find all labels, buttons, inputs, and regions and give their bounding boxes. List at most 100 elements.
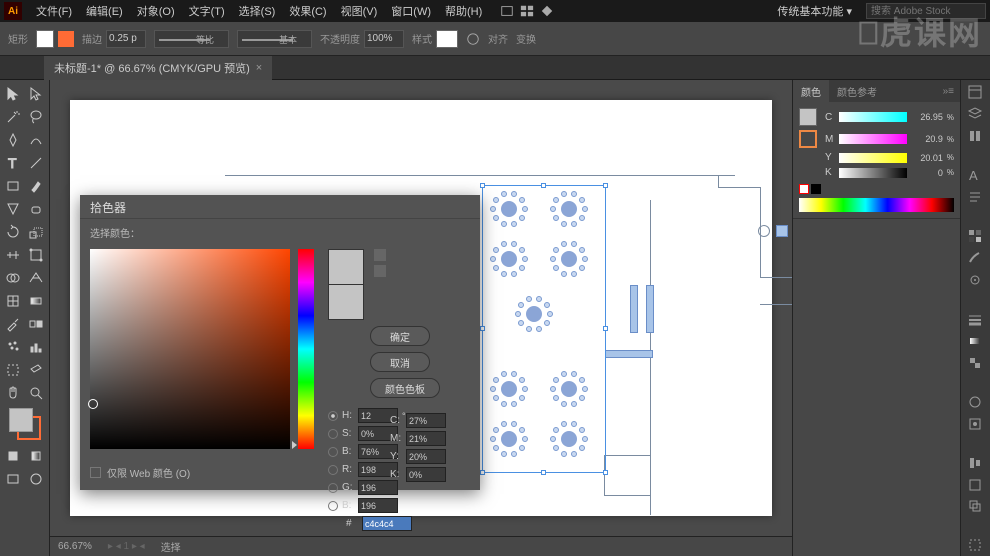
- panel-stroke-box[interactable]: [799, 130, 817, 148]
- layers-panel-icon[interactable]: [961, 104, 989, 125]
- menu-type[interactable]: 文字(T): [183, 1, 231, 21]
- graph-tool[interactable]: [25, 335, 48, 358]
- symbols-panel-icon[interactable]: [961, 270, 989, 291]
- color-tab[interactable]: 颜色: [793, 80, 829, 103]
- menu-object[interactable]: 对象(O): [131, 1, 181, 21]
- stock-search[interactable]: [866, 3, 986, 19]
- rotate-tool[interactable]: [2, 220, 25, 243]
- rectangle-tool[interactable]: [2, 174, 25, 197]
- menu-edit[interactable]: 编辑(E): [80, 1, 129, 21]
- para-panel-icon[interactable]: [961, 187, 989, 208]
- align-panel-icon[interactable]: [961, 452, 989, 473]
- fill-color-box[interactable]: [9, 408, 33, 432]
- slice-tool[interactable]: [25, 358, 48, 381]
- spectrum-bar[interactable]: [799, 198, 954, 212]
- libraries-panel-icon[interactable]: [961, 126, 989, 147]
- r-radio[interactable]: [328, 465, 338, 475]
- magic-wand-tool[interactable]: [2, 105, 25, 128]
- stroke-profile[interactable]: 等比: [154, 30, 229, 48]
- bridge-icon[interactable]: [500, 4, 514, 18]
- transform-label[interactable]: 变换: [516, 31, 536, 46]
- bl-radio[interactable]: [328, 501, 338, 511]
- stroke-swatch[interactable]: [58, 31, 74, 47]
- b-radio[interactable]: [328, 447, 338, 457]
- c-slider[interactable]: [839, 112, 907, 122]
- pathfinder-panel-icon[interactable]: [961, 496, 989, 517]
- k-slider[interactable]: [839, 168, 907, 178]
- width-tool[interactable]: [2, 243, 25, 266]
- cmyk-c-input[interactable]: [406, 413, 446, 428]
- gpu-icon[interactable]: [540, 4, 554, 18]
- scale-tool[interactable]: [25, 220, 48, 243]
- artboards-panel-icon[interactable]: [961, 535, 989, 556]
- ok-button[interactable]: 确定: [370, 326, 430, 346]
- bl-input[interactable]: [358, 498, 398, 513]
- doc-setup-icon[interactable]: [466, 32, 480, 46]
- c-value[interactable]: 26.95: [911, 112, 943, 122]
- char-panel-icon[interactable]: A: [961, 165, 989, 186]
- brushes-panel-icon[interactable]: [961, 248, 989, 269]
- eraser-tool[interactable]: [25, 197, 48, 220]
- eyedropper-tool[interactable]: [2, 312, 25, 335]
- black-swatch[interactable]: [811, 184, 821, 194]
- arrange-icon[interactable]: [520, 4, 534, 18]
- hand-tool[interactable]: [2, 381, 25, 404]
- cancel-button[interactable]: 取消: [370, 352, 430, 372]
- swatches-panel-icon[interactable]: [961, 226, 989, 247]
- shaper-tool[interactable]: [2, 197, 25, 220]
- lasso-tool[interactable]: [25, 105, 48, 128]
- brush-def[interactable]: 基本: [237, 30, 312, 48]
- gradient-mode-icon[interactable]: [25, 444, 48, 467]
- color-field-cursor[interactable]: [88, 399, 98, 409]
- stroke-weight[interactable]: [106, 30, 146, 48]
- line-tool[interactable]: [25, 151, 48, 174]
- menu-help[interactable]: 帮助(H): [439, 1, 488, 21]
- swatches-button[interactable]: 颜色色板: [370, 378, 440, 398]
- selection-tool[interactable]: [2, 82, 25, 105]
- cmyk-m-input[interactable]: [406, 431, 446, 446]
- hex-input[interactable]: [362, 516, 412, 531]
- appearance-panel-icon[interactable]: [961, 391, 989, 412]
- shape-builder-tool[interactable]: [2, 266, 25, 289]
- transparency-panel-icon[interactable]: [961, 352, 989, 373]
- y-value[interactable]: 20.01: [911, 153, 943, 163]
- workspace-select[interactable]: 传统基本功能 ▾: [771, 1, 858, 21]
- menu-file[interactable]: 文件(F): [30, 1, 78, 21]
- menu-window[interactable]: 窗口(W): [385, 1, 437, 21]
- none-swatch[interactable]: [799, 184, 809, 194]
- graphic-styles-panel-icon[interactable]: [961, 413, 989, 434]
- blend-tool[interactable]: [25, 312, 48, 335]
- y-slider[interactable]: [839, 153, 907, 163]
- h-radio[interactable]: [328, 411, 338, 421]
- m-value[interactable]: 20.9: [911, 134, 943, 144]
- perspective-tool[interactable]: [25, 266, 48, 289]
- brush-tool[interactable]: [25, 174, 48, 197]
- menu-view[interactable]: 视图(V): [335, 1, 384, 21]
- panel-menu-icon[interactable]: »≡: [943, 86, 960, 97]
- curvature-tool[interactable]: [25, 128, 48, 151]
- warn-icon-2[interactable]: [374, 265, 386, 277]
- menu-select[interactable]: 选择(S): [233, 1, 282, 21]
- free-transform-tool[interactable]: [25, 243, 48, 266]
- s-radio[interactable]: [328, 429, 338, 439]
- fill-stroke-indicator[interactable]: [9, 408, 41, 440]
- color-field[interactable]: [90, 249, 290, 449]
- artboard-tool[interactable]: [2, 358, 25, 381]
- properties-panel-icon[interactable]: [961, 82, 989, 103]
- style-swatch[interactable]: [436, 30, 458, 48]
- opacity-input[interactable]: [364, 30, 404, 48]
- warn-icon[interactable]: [374, 249, 386, 261]
- symbol-spray-tool[interactable]: [2, 335, 25, 358]
- tab-close-icon[interactable]: ×: [256, 62, 262, 74]
- k-value[interactable]: 0: [911, 168, 943, 178]
- hue-slider-arrow[interactable]: [292, 441, 297, 449]
- transform-panel-icon[interactable]: [961, 474, 989, 495]
- hue-slider[interactable]: [298, 249, 314, 449]
- color-mode-icon[interactable]: [2, 444, 25, 467]
- web-only-checkbox[interactable]: [90, 467, 101, 478]
- screen-mode-icon[interactable]: [2, 467, 25, 490]
- fill-swatch[interactable]: [36, 30, 54, 48]
- pen-tool[interactable]: [2, 128, 25, 151]
- cmyk-k-input[interactable]: [406, 467, 446, 482]
- g-radio[interactable]: [328, 483, 338, 493]
